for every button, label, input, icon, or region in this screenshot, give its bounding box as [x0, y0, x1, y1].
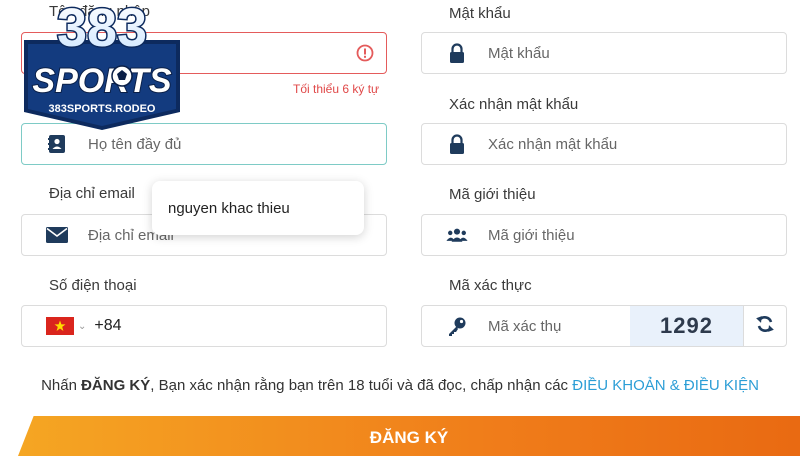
username-error-text: Tối thiểu 6 ký tự	[293, 82, 380, 96]
fullname-placeholder: Họ tên đầy đủ	[88, 135, 182, 153]
refresh-captcha-button[interactable]	[743, 306, 786, 346]
logo-big-text: 383	[57, 0, 147, 58]
confirm-password-placeholder: Xác nhận mật khẩu	[488, 135, 618, 153]
refresh-icon	[755, 314, 775, 339]
email-label: Địa chỉ email	[49, 185, 135, 202]
confirm-password-label: Xác nhận mật khẩu	[449, 96, 579, 113]
password-field[interactable]: Mật khẩu	[421, 32, 787, 74]
key-icon	[446, 315, 468, 337]
autocomplete-suggestion[interactable]: nguyen khac thieu	[152, 181, 364, 235]
confirm-password-field[interactable]: Xác nhận mật khẩu	[421, 123, 787, 165]
lock-icon	[446, 42, 468, 64]
brand-logo: 383 SPORTS 383SPORTS.RODEO	[18, 0, 186, 132]
terms-prefix: Nhấn	[41, 377, 82, 394]
vietnam-flag-icon[interactable]	[46, 317, 74, 335]
referral-placeholder: Mã giới thiệu	[488, 226, 575, 244]
contact-card-icon	[46, 133, 68, 155]
country-code: +84	[94, 317, 122, 334]
logo-sports-text: SPORTS	[32, 62, 172, 100]
terms-bold: ĐĂNG KÝ	[81, 377, 151, 394]
lock-icon	[446, 133, 468, 155]
phone-field[interactable]: ⌄ +84	[21, 305, 387, 347]
captcha-code: 1292	[630, 306, 743, 346]
error-icon	[356, 44, 374, 67]
password-label: Mật khẩu	[449, 5, 511, 22]
password-placeholder: Mật khẩu	[488, 44, 550, 62]
terms-link[interactable]: ĐIỀU KHOẢN & ĐIỀU KIỆN	[572, 377, 759, 394]
captcha-label: Mã xác thực	[449, 277, 532, 294]
chevron-down-icon[interactable]: ⌄	[78, 321, 86, 332]
referral-label: Mã giới thiệu	[449, 186, 536, 203]
users-icon	[446, 224, 468, 246]
logo-domain-text: 383SPORTS.RODEO	[49, 103, 156, 115]
terms-middle: , Bạn xác nhận rằng bạn trên 18 tuổi và …	[150, 377, 573, 394]
phone-label: Số điện thoại	[49, 277, 137, 294]
terms-text: Nhấn ĐĂNG KÝ, Bạn xác nhận rằng bạn trên…	[0, 377, 800, 394]
referral-field[interactable]: Mã giới thiệu	[421, 214, 787, 256]
captcha-placeholder: Mã xác thụ	[488, 317, 562, 335]
envelope-icon	[46, 224, 68, 246]
register-button[interactable]: ĐĂNG KÝ	[18, 416, 800, 456]
